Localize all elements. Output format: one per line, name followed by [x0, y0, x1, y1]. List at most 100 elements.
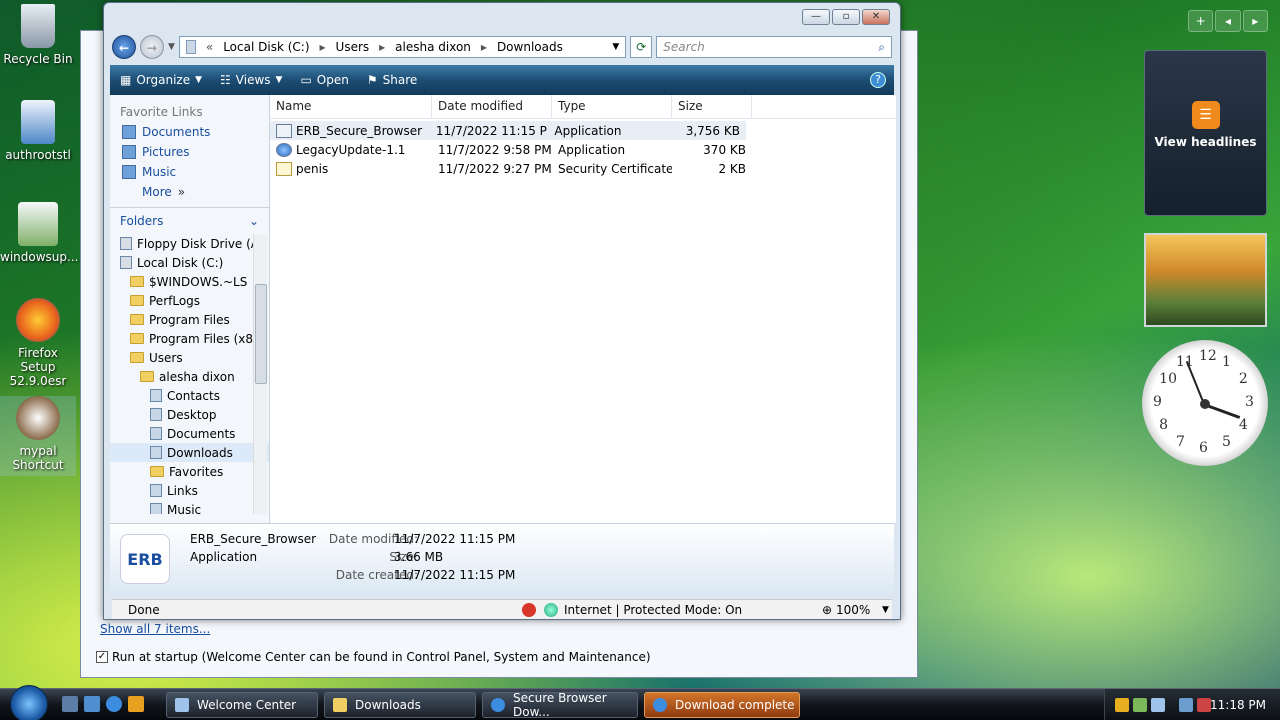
file-rows: ERB_Secure_Browser 11/7/2022 11:15 PM Appl…: [270, 119, 896, 178]
address-dropdown-icon[interactable]: ▼: [612, 42, 619, 52]
zoom-level[interactable]: 100%: [836, 603, 870, 617]
internet-explorer-icon[interactable]: [106, 696, 122, 712]
show-desktop-icon[interactable]: [62, 696, 78, 712]
tree-item[interactable]: Contacts: [110, 386, 269, 405]
previous-gadget-button[interactable]: ◂: [1215, 10, 1241, 32]
start-button[interactable]: [10, 685, 48, 720]
organize-icon: ▦: [120, 73, 132, 87]
media-player-icon[interactable]: [128, 696, 144, 712]
close-button[interactable]: ✕: [862, 9, 890, 25]
tree-item[interactable]: PerfLogs: [110, 291, 269, 310]
status-bar: Done Internet | Protected Mode: On ⊕ 100…: [112, 599, 892, 619]
clock-gadget[interactable]: 12 1 2 3 4 5 6 7 8 9 10 11: [1142, 340, 1268, 466]
maximize-button[interactable]: ▫: [832, 9, 860, 25]
taskbar-secure-browser[interactable]: Secure Browser Dow...: [482, 691, 638, 719]
open-button[interactable]: ▭ Open: [300, 73, 348, 87]
file-type-cell: Application: [554, 123, 622, 138]
error-icon[interactable]: [522, 603, 536, 617]
favorite-music[interactable]: Music: [110, 159, 269, 179]
tree-item[interactable]: Program Files (x86: [110, 329, 269, 348]
file-name: ERB_Secure_Browser: [296, 123, 423, 138]
tree-item[interactable]: Music: [110, 500, 269, 514]
folders-header[interactable]: Folders ⌄: [110, 207, 269, 234]
clock-numeral: 9: [1153, 394, 1162, 410]
tree-item[interactable]: Links: [110, 481, 269, 500]
tree-item[interactable]: Desktop: [110, 405, 269, 424]
tree-item[interactable]: Favorites: [110, 462, 269, 481]
firefox-setup-icon[interactable]: Firefox Setup 52.9.0esr: [0, 298, 76, 388]
windows-update-icon[interactable]: [1133, 698, 1147, 712]
recent-pages-icon[interactable]: ▼: [168, 42, 175, 52]
taskbar-download-complete[interactable]: Download complete: [644, 692, 800, 718]
tree-item[interactable]: Downloads: [110, 443, 269, 462]
network-icon[interactable]: [1179, 698, 1193, 712]
column-date-modified[interactable]: Date modified: [432, 95, 552, 118]
share-button[interactable]: ⚑ Share: [367, 73, 417, 87]
favorite-documents[interactable]: Documents: [110, 119, 269, 139]
show-all-link[interactable]: Show all 7 items...: [100, 622, 210, 636]
breadcrumb-users[interactable]: Users: [336, 40, 370, 54]
tree-item[interactable]: Users: [110, 348, 269, 367]
column-name[interactable]: Name: [270, 95, 432, 118]
tree-item[interactable]: Program Files: [110, 310, 269, 329]
folder-icon: [130, 276, 144, 287]
taskbar-welcome-center[interactable]: Welcome Center: [166, 692, 318, 718]
startup-checkbox[interactable]: ✓: [96, 651, 108, 663]
recycle-bin-icon[interactable]: Recycle Bin: [0, 4, 76, 66]
breadcrumb-user[interactable]: alesha dixon: [395, 40, 471, 54]
switch-windows-icon[interactable]: [84, 696, 100, 712]
search-icon[interactable]: ⌕: [878, 40, 885, 55]
taskbar-label: Downloads: [355, 698, 421, 712]
column-size[interactable]: Size: [672, 95, 752, 118]
tree-item[interactable]: Documents: [110, 424, 269, 443]
clock-time[interactable]: 11:18 PM: [1210, 698, 1266, 712]
library-icon: [150, 484, 162, 497]
forward-button[interactable]: →: [139, 35, 164, 59]
column-type[interactable]: Type: [552, 95, 672, 118]
tree-item[interactable]: alesha dixon: [110, 367, 269, 386]
search-input[interactable]: Search ⌕: [656, 36, 892, 58]
back-button[interactable]: ←: [112, 35, 136, 59]
next-gadget-button[interactable]: ▸: [1242, 10, 1268, 32]
address-row: ← → ▼ « Local Disk (C:) ▸ Users ▸ alesha…: [112, 33, 892, 61]
tree-scrollbar-thumb[interactable]: [255, 284, 267, 384]
library-icon: [150, 503, 162, 514]
authrootstl-icon[interactable]: authrootstl: [0, 100, 76, 162]
file-row[interactable]: LegacyUpdate-1.1 11/7/2022 9:58 PM Applica…: [270, 140, 896, 159]
favorite-label: Music: [142, 165, 177, 179]
refresh-icon[interactable]: ⟳: [630, 36, 653, 58]
zoom-dropdown-icon[interactable]: ▼: [882, 605, 889, 615]
views-button[interactable]: ☷ Views ▼: [220, 73, 282, 87]
volume-muted-icon[interactable]: [1197, 698, 1211, 712]
organize-label: Organize: [136, 73, 191, 87]
breadcrumb-downloads[interactable]: Downloads: [497, 40, 563, 54]
safely-remove-icon[interactable]: [1151, 698, 1165, 712]
mypal-shortcut-icon[interactable]: mypal Shortcut: [0, 396, 76, 476]
tree-item-label: $WINDOWS.~LS: [149, 274, 248, 289]
security-zone: Internet | Protected Mode: On: [564, 603, 743, 617]
organize-button[interactable]: ▦ Organize ▼: [120, 73, 202, 87]
file-row[interactable]: ERB_Secure_Browser 11/7/2022 11:15 PM Appl…: [270, 121, 746, 140]
tree-item[interactable]: $WINDOWS.~LS: [110, 272, 269, 291]
taskbar-downloads[interactable]: Downloads: [324, 692, 476, 718]
add-gadget-button[interactable]: +: [1188, 10, 1214, 32]
tree-item[interactable]: Floppy Disk Drive (A: [110, 234, 269, 253]
run-at-startup[interactable]: ✓ Run at startup (Welcome Center can be …: [96, 650, 651, 664]
security-shield-icon[interactable]: [1115, 698, 1129, 712]
windowsupdate-icon[interactable]: windowsup...: [0, 202, 78, 264]
slideshow-gadget[interactable]: [1144, 233, 1267, 327]
favorite-more[interactable]: More »: [110, 179, 269, 199]
library-icon: [150, 446, 162, 459]
help-icon[interactable]: ?: [870, 72, 886, 88]
address-bar[interactable]: « Local Disk (C:) ▸ Users ▸ alesha dixon…: [178, 36, 627, 58]
title-bar[interactable]: — ▫ ✕: [104, 3, 900, 31]
quick-launch: [62, 696, 144, 712]
tree-item-label: Program Files (x86: [149, 331, 261, 346]
minimize-button[interactable]: —: [802, 9, 830, 25]
tree-scrollbar[interactable]: [253, 234, 267, 514]
tree-item[interactable]: Local Disk (C:): [110, 253, 269, 272]
file-row[interactable]: penis 11/7/2022 9:27 PM Security Certifica…: [270, 159, 896, 178]
favorite-pictures[interactable]: Pictures: [110, 139, 269, 159]
feed-headlines-gadget[interactable]: ☰ View headlines: [1144, 50, 1267, 216]
breadcrumb-local-disk[interactable]: Local Disk (C:): [223, 40, 309, 54]
